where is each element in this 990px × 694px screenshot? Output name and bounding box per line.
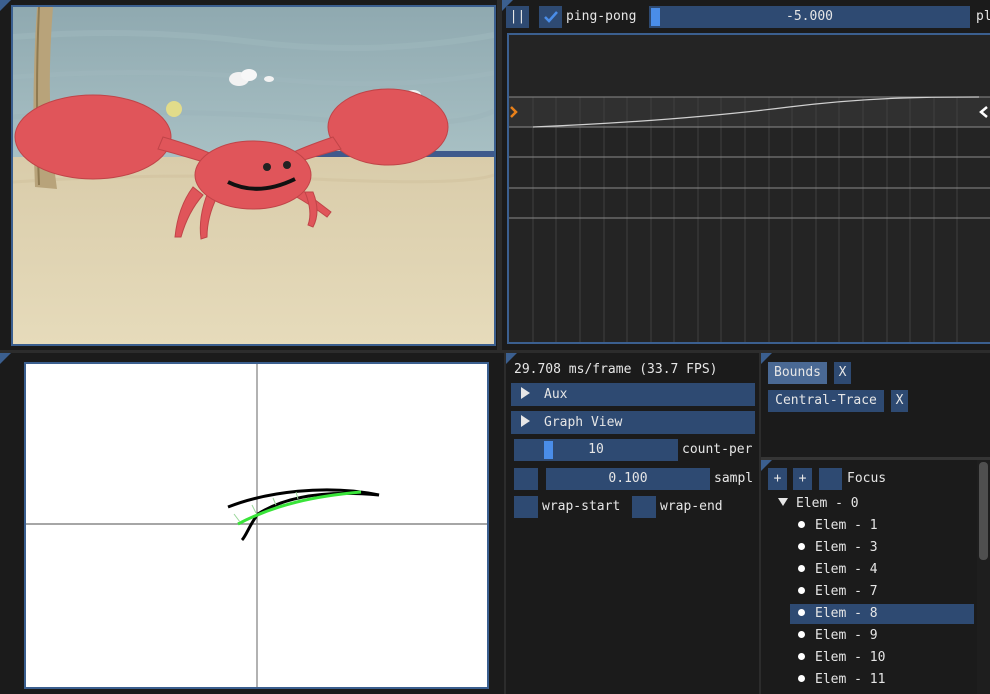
expanded-arrow-icon (778, 498, 788, 506)
curve-graph-canvas (509, 96, 990, 342)
tree-item-label: Elem - 7 (815, 584, 878, 599)
tree-item-label: Elem - 3 (815, 540, 878, 555)
checkmark-icon (543, 11, 558, 23)
tag-bounds-close-button[interactable]: X (834, 362, 851, 384)
tree-item[interactable]: Elem - 4 (790, 560, 974, 580)
bullet-icon (798, 521, 805, 528)
wrap-start-checkbox[interactable] (514, 496, 538, 518)
pingpong-label: ping-pong (566, 9, 637, 24)
tree-item[interactable]: Elem - 1 (790, 516, 974, 536)
graph-view-section-label: Graph View (544, 415, 623, 430)
wrap-start-label: wrap-start (542, 499, 621, 514)
tree-scrollbar[interactable] (977, 460, 990, 694)
panel-grip[interactable] (0, 353, 11, 364)
panel-grip[interactable] (0, 0, 11, 11)
tree-scrollbar-thumb[interactable] (979, 462, 988, 560)
vertical-divider[interactable] (497, 0, 502, 350)
crab-scene-image (13, 7, 494, 344)
add-child-button[interactable]: + (793, 468, 812, 490)
tree-item[interactable]: Elem - 10 (790, 648, 974, 668)
bullet-icon (798, 631, 805, 638)
tree-item-label: Elem - 8 (815, 606, 878, 621)
tree-item[interactable]: Elem - 9 (790, 626, 974, 646)
tree-item[interactable]: Elem - 7 (790, 582, 974, 602)
tree-root-node[interactable]: Elem - 0 (778, 494, 859, 514)
tree-root-label: Elem - 0 (796, 496, 859, 511)
bullet-icon (798, 609, 805, 616)
tag-central-trace-close-button[interactable]: X (891, 390, 908, 412)
aux-section-label: Aux (544, 387, 568, 402)
focus-checkbox[interactable] (819, 468, 842, 490)
aux-section-header[interactable]: Aux (511, 383, 755, 406)
sample-value: 0.100 (608, 471, 648, 486)
curve-graph[interactable] (507, 33, 990, 344)
tree-item-label: Elem - 9 (815, 628, 878, 643)
scene-viewport[interactable] (11, 5, 496, 346)
bullet-icon (798, 675, 805, 682)
tag-central-trace-button[interactable]: Central-Trace (768, 390, 884, 412)
tree-item-label: Elem - 10 (815, 650, 886, 665)
sample-input[interactable]: 0.100 (546, 468, 710, 490)
trace-graph[interactable] (24, 362, 489, 689)
count-per-slider[interactable]: 10 (514, 439, 678, 461)
truncated-label: pl (976, 9, 990, 24)
tree-item[interactable]: Elem - 3 (790, 538, 974, 558)
count-per-label: count-per (682, 442, 753, 457)
tree-item-label: Elem - 1 (815, 518, 878, 533)
tree-item-label: Elem - 4 (815, 562, 878, 577)
time-slider-value: -5.000 (786, 9, 833, 24)
bullet-icon (798, 543, 805, 550)
tree-item[interactable]: Elem - 8 (790, 604, 974, 624)
graph-view-section-header[interactable]: Graph View (511, 411, 755, 434)
bullet-icon (798, 587, 805, 594)
bullet-icon (798, 653, 805, 660)
scene-viewport-panel (0, 0, 497, 350)
sample-checkbox[interactable] (514, 468, 538, 490)
tree-item-label: Elem - 11 (815, 672, 886, 687)
collapsed-arrow-icon (521, 415, 530, 427)
wrap-end-label: wrap-end (660, 499, 723, 514)
element-tree-panel: + + Focus Elem - 0 Elem - 1 Elem - 3 Elem … (761, 460, 990, 694)
collapsed-arrow-icon (521, 387, 530, 399)
pause-button[interactable]: || (506, 6, 529, 28)
curve-editor-panel: || ping-pong -5.000 pl (502, 0, 990, 350)
pingpong-checkbox[interactable] (539, 6, 562, 28)
tags-panel: Bounds X Central-Trace X (761, 353, 990, 457)
tag-bounds-button[interactable]: Bounds (768, 362, 827, 384)
sample-label: sampl (714, 471, 754, 486)
tree-item[interactable]: Elem - 11 (790, 670, 974, 690)
trace-graph-canvas (26, 364, 487, 687)
fps-readout: 29.708 ms/frame (33.7 FPS) (514, 362, 718, 377)
add-button[interactable]: + (768, 468, 787, 490)
trace-graph-panel (0, 353, 504, 694)
controls-panel: 29.708 ms/frame (33.7 FPS) Aux Graph Vie… (506, 353, 759, 694)
bullet-icon (798, 565, 805, 572)
wrap-end-checkbox[interactable] (632, 496, 656, 518)
time-slider[interactable]: -5.000 (649, 6, 970, 28)
count-per-value: 10 (588, 442, 604, 457)
focus-label: Focus (847, 471, 887, 486)
